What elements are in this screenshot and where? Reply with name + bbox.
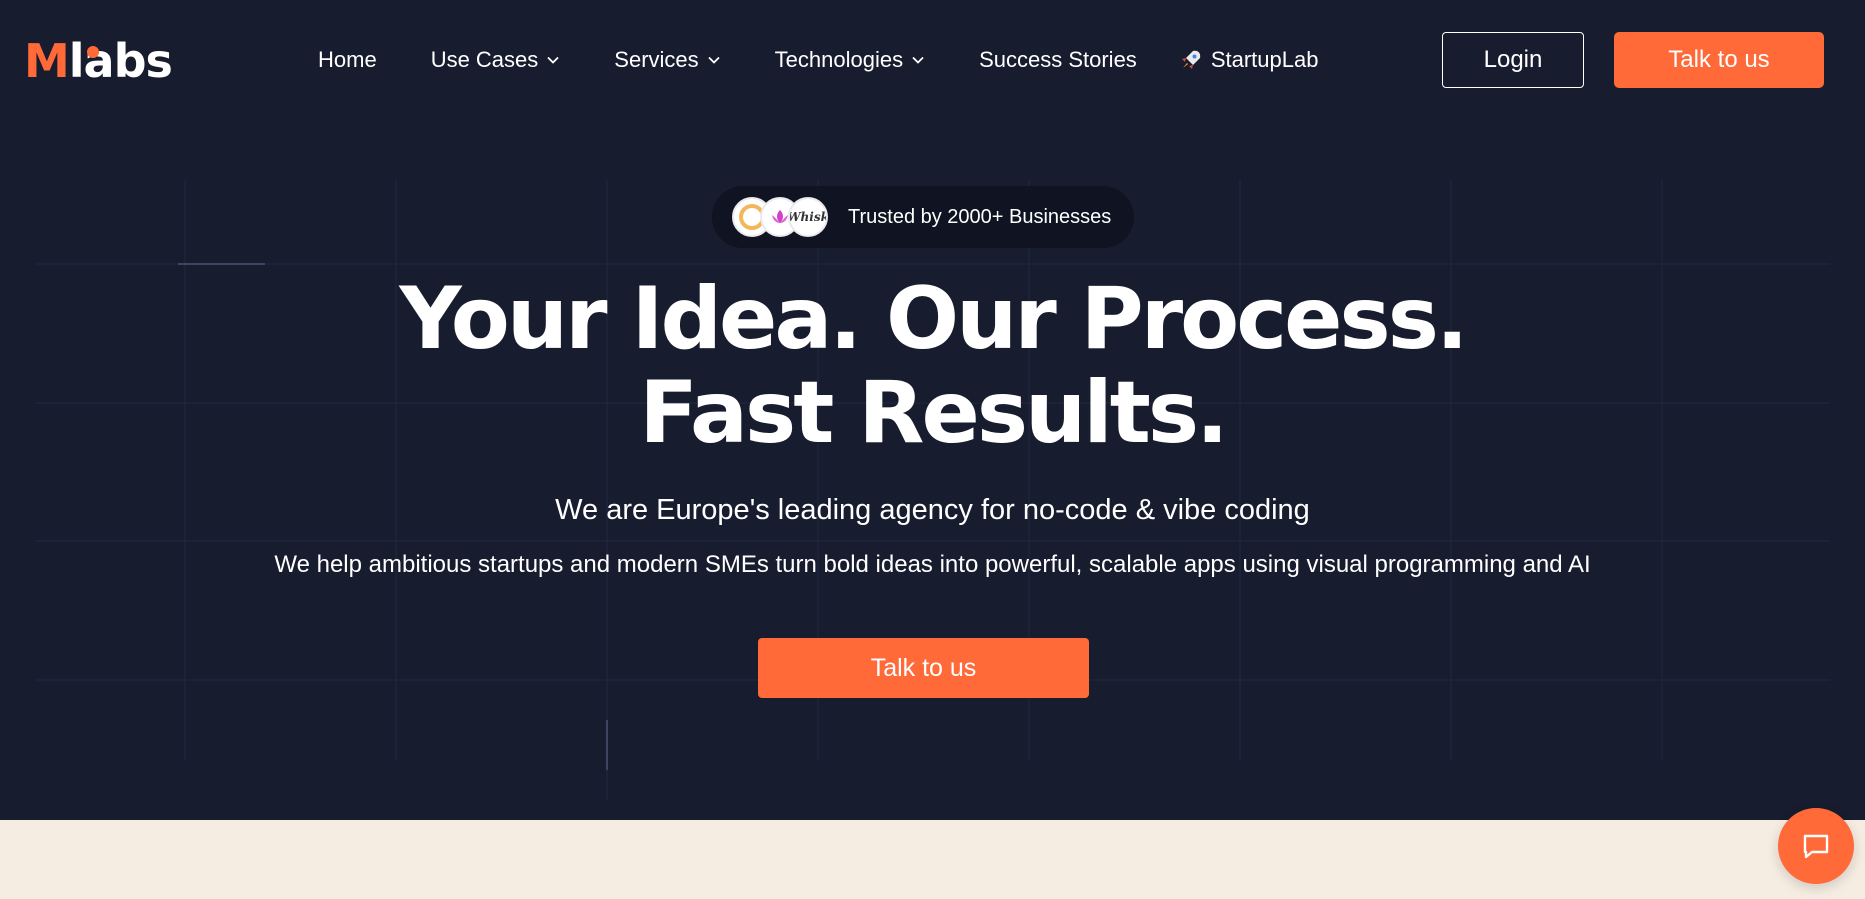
talk-to-us-header-button[interactable]: Talk to us [1614,32,1824,88]
client-logo-whisk: Whisk [788,197,828,237]
whisk-logo-text: Whisk [788,210,828,224]
nav-startuplab[interactable]: StartupLab [1179,47,1319,73]
next-section [0,820,1865,899]
logo-letter-m: M [24,34,70,88]
logo-text: labs [68,34,173,88]
nav-success-stories[interactable]: Success Stories [979,47,1137,73]
site-header: M labs Home Use Cases Services Technolog… [0,0,1865,120]
talk-to-us-hero-button[interactable]: Talk to us [758,638,1089,698]
chat-widget-button[interactable] [1778,808,1854,884]
headline-line-1: Your Idea. Our Process. [399,269,1468,369]
trust-badge: Whisk Trusted by 2000+ Businesses [712,186,1134,248]
chevron-down-icon [708,56,720,64]
nav-services[interactable]: Services [614,47,720,73]
chat-icon [1803,834,1829,859]
nav-services-label: Services [614,47,699,72]
nav-home-label: Home [318,47,377,72]
nav-use-cases-label: Use Cases [430,47,539,72]
mlabs-logo[interactable]: M labs [24,34,173,88]
chevron-down-icon [912,56,924,64]
hero-section: Whisk Trusted by 2000+ Businesses Your I… [0,120,1865,820]
login-button[interactable]: Login [1442,32,1584,88]
nav-use-cases[interactable]: Use Cases [431,47,561,73]
logo-wordmark: labs [69,38,173,84]
trust-badge-text: Trusted by 2000+ Businesses [848,205,1112,228]
nav-technologies-label: Technologies [774,47,904,72]
headline-line-2: Fast Results. [639,363,1228,463]
hero-headline: Your Idea. Our Process. Fast Results. [0,272,1865,460]
main-nav: Home Use Cases Services Technologies Suc… [318,40,1318,80]
hero-description: We help ambitious startups and modern SM… [274,551,1591,578]
nav-home[interactable]: Home [318,47,377,73]
client-logo-stack: Whisk [732,195,842,239]
nav-technologies[interactable]: Technologies [775,47,925,73]
nav-success-stories-label: Success Stories [979,47,1137,72]
hero-subtitle: We are Europe's leading agency for no-co… [555,494,1310,526]
logo-dot-icon [86,46,99,58]
nav-startuplab-label: StartupLab [1210,47,1319,72]
rocket-icon [1181,50,1201,69]
chevron-down-icon [547,56,559,64]
